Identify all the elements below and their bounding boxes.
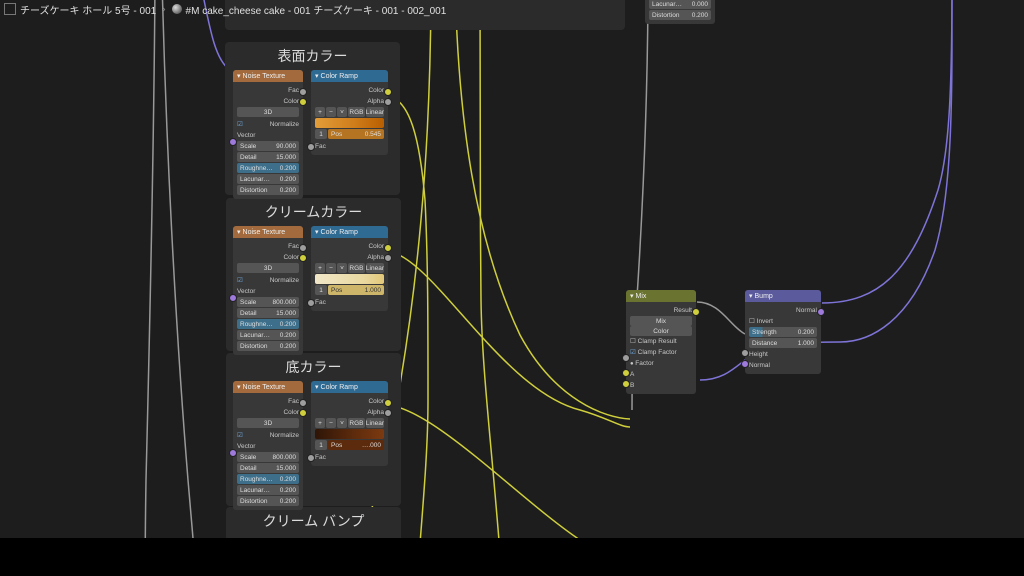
frame-creambump-title: クリーム バンプ — [226, 507, 401, 537]
noise-hdr[interactable]: ▾Noise Texture — [233, 381, 303, 393]
node-noise-cream[interactable]: ▾Noise Texture Fac Color 3D ☑Normalize V… — [233, 226, 303, 355]
bump-distance[interactable]: Distance1.000 — [749, 338, 817, 348]
noise-hdr[interactable]: ▾Noise Texture — [233, 70, 303, 82]
ramp-gradient[interactable] — [315, 118, 384, 128]
object-icon — [4, 3, 16, 15]
frame-bottom-title: 底カラー — [226, 353, 401, 383]
detail[interactable]: Detail15.000 — [237, 152, 299, 162]
noise-hdr[interactable]: ▾Noise Texture — [233, 226, 303, 238]
letterbox — [0, 538, 1024, 576]
frame-cream-title: クリームカラー — [226, 198, 401, 228]
bc-sep: › — [162, 4, 165, 15]
material-icon — [172, 4, 182, 14]
dim-select[interactable]: 3D — [237, 107, 299, 117]
breadcrumb: チーズケーキ ホール 5号 - 001 › #M cake_cheese cak… — [0, 0, 1024, 18]
distor[interactable]: Distortion0.200 — [237, 185, 299, 195]
frame-surface-title: 表面カラー — [225, 42, 400, 72]
rough[interactable]: Roughne…0.200 — [237, 163, 299, 173]
bc-material[interactable]: #M cake_cheese cake - 001 チーズケーキ - 001 -… — [186, 2, 447, 17]
edges-layer — [0, 0, 1024, 576]
lacun[interactable]: Lacunar…0.200 — [237, 174, 299, 184]
node-bump[interactable]: ▾Bump Normal ☐ Invert Strength0.200 Dist… — [745, 290, 821, 374]
node-mix[interactable]: ▾Mix Result Mix Color ☐ Clamp Result ☑ C… — [626, 290, 696, 394]
node-ramp-surface[interactable]: ▾Color Ramp Color Alpha + − ˅ RGB Linear… — [311, 70, 388, 155]
ramp-menu-icon[interactable]: ˅ — [337, 107, 347, 117]
bump-strength[interactable]: Strength0.200 — [749, 327, 817, 337]
node-noise-bottom[interactable]: ▾Noise Texture Fac Color 3D ☑Normalize V… — [233, 381, 303, 510]
ramp-add[interactable]: + — [315, 107, 325, 117]
scale[interactable]: Scale90.000 — [237, 141, 299, 151]
ramp-del[interactable]: − — [326, 107, 336, 117]
node-ramp-cream[interactable]: ▾Color Ramp Color Alpha + − ˅ RGB Linear… — [311, 226, 388, 311]
node-noise-surface[interactable]: ▾Noise Texture Fac Color 3D ☑Normalize V… — [233, 70, 303, 199]
node-ramp-bottom[interactable]: ▾Color Ramp Color Alpha + − ˅ RGB Linear… — [311, 381, 388, 466]
bc-object[interactable]: チーズケーキ ホール 5号 - 001 — [20, 2, 156, 17]
